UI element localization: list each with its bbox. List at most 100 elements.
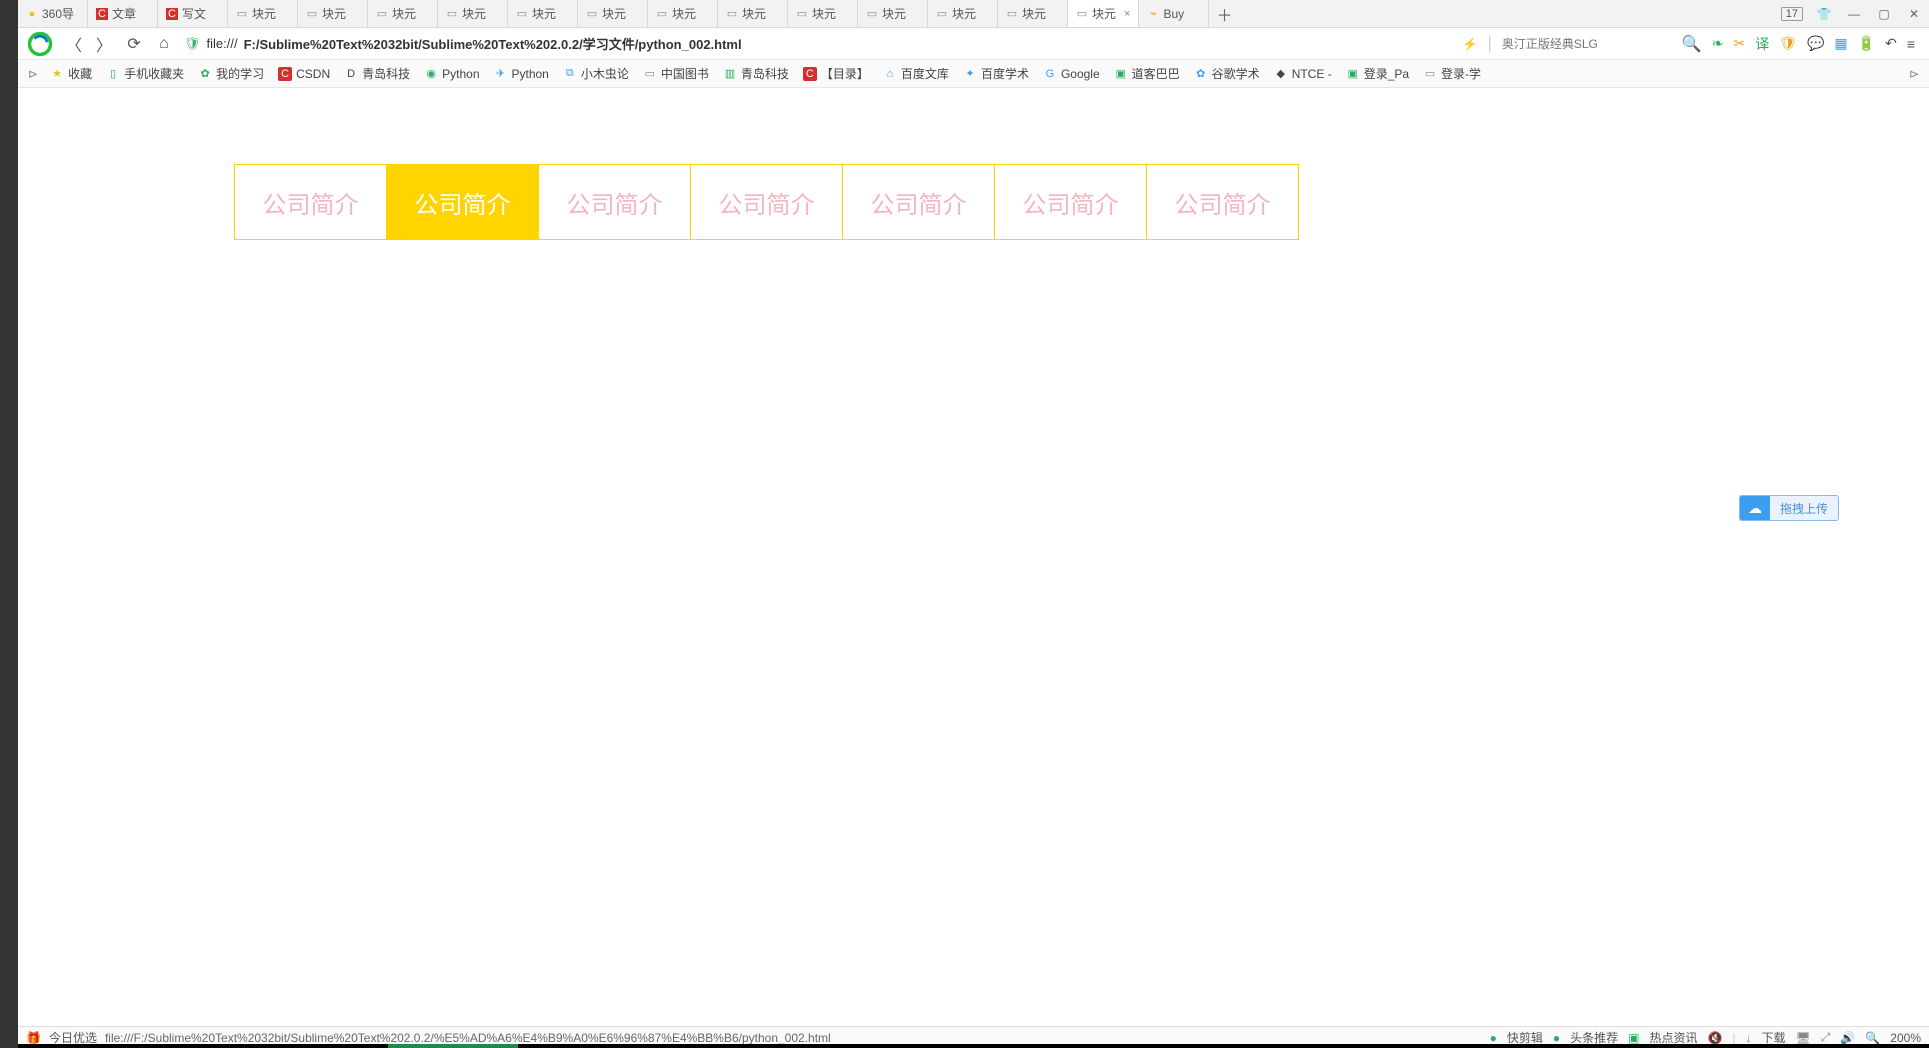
url-display[interactable]: 🛡 file:///F:/Sublime%20Text%2032bit/Subl…: [184, 34, 742, 53]
bookmark-item[interactable]: D青岛科技: [344, 65, 410, 82]
flash-icon[interactable]: ⚡: [1463, 37, 1478, 51]
skin-button[interactable]: 👕: [1809, 0, 1839, 28]
nav-menu: 公司简介公司简介公司简介公司简介公司简介公司简介公司简介: [234, 164, 1299, 240]
bookmarks-scroll-right[interactable]: ⊳: [1907, 67, 1921, 81]
forward-button[interactable]: 〉: [94, 34, 114, 54]
browser-tab[interactable]: ▭块元: [858, 0, 928, 27]
browser-tab[interactable]: ▭块元: [998, 0, 1068, 27]
tab-close-icon[interactable]: ×: [1124, 8, 1130, 20]
message-icon[interactable]: 💬: [1807, 35, 1824, 52]
bookmark-label: 青岛科技: [741, 65, 789, 82]
browser-tab[interactable]: C写文: [158, 0, 228, 27]
reload-button[interactable]: ⟳: [124, 34, 144, 54]
minimize-button[interactable]: ―: [1839, 0, 1869, 28]
browser-tab[interactable]: ▭块元: [928, 0, 998, 27]
pc-icon[interactable]: 🖥: [1796, 1031, 1811, 1045]
bookmark-item[interactable]: GGoogle: [1043, 67, 1100, 81]
browser-logo-icon[interactable]: [26, 30, 54, 58]
browser-tab[interactable]: ▭块元: [788, 0, 858, 27]
gift-icon[interactable]: 🎁: [26, 1031, 41, 1045]
bookmark-item[interactable]: ✿我的学习: [198, 65, 264, 82]
search-input[interactable]: [1502, 33, 1672, 55]
tab-favicon-icon: ▭: [656, 8, 668, 20]
bookmark-item[interactable]: ◆NTCE -: [1274, 67, 1332, 81]
tab-favicon-icon: C: [166, 8, 178, 20]
toutiao-icon[interactable]: ●: [1553, 1031, 1560, 1045]
bookmark-favicon-icon: C: [803, 67, 817, 81]
zoom-level[interactable]: 200%: [1890, 1031, 1921, 1045]
restore-button[interactable]: ▢: [1869, 0, 1899, 28]
home-button[interactable]: ⌂: [154, 34, 174, 54]
new-tab-button[interactable]: ＋: [1209, 0, 1239, 27]
toolbar-icons: ❧ ✂ 译 🛡 💬 ▦ 🔋 ↶ ≡: [1712, 34, 1921, 54]
browser-tab[interactable]: ▭块元: [718, 0, 788, 27]
browser-tab[interactable]: ▭块元: [228, 0, 298, 27]
nav-item-label: 公司简介: [415, 185, 511, 220]
bookmark-favicon-icon: ✦: [963, 67, 977, 81]
tab-favicon-icon: C: [96, 8, 108, 20]
browser-tab[interactable]: ▭块元: [368, 0, 438, 27]
drag-upload-widget[interactable]: ☁ 拖拽上传: [1739, 495, 1839, 521]
scissors-icon[interactable]: ✂: [1733, 35, 1745, 52]
nav-item[interactable]: 公司简介: [690, 164, 843, 240]
browser-tab[interactable]: ⌁Buy: [1139, 0, 1209, 27]
bookmark-label: NTCE -: [1292, 67, 1332, 81]
nav-item[interactable]: 公司简介: [994, 164, 1147, 240]
browser-tab[interactable]: ▭块元×: [1068, 0, 1139, 27]
status-sep: |: [1732, 1031, 1735, 1045]
bookmark-item[interactable]: ▥青岛科技: [723, 65, 789, 82]
nav-item[interactable]: 公司简介: [234, 164, 387, 240]
zoom-icon[interactable]: 🔍: [1865, 1031, 1880, 1045]
browser-tab[interactable]: C文章: [88, 0, 158, 27]
menu-icon[interactable]: ≡: [1907, 36, 1915, 52]
kuaijianji-icon[interactable]: ●: [1490, 1031, 1497, 1045]
mute-icon[interactable]: 🔇: [1707, 1031, 1722, 1045]
browser-tab[interactable]: ▭块元: [438, 0, 508, 27]
leaf-icon[interactable]: ❧: [1712, 35, 1724, 52]
expand-icon[interactable]: ⤢: [1821, 1030, 1831, 1045]
tab-count-badge[interactable]: 17: [1781, 7, 1803, 21]
nav-item[interactable]: 公司简介: [386, 164, 539, 240]
battery-icon[interactable]: 🔋: [1858, 35, 1875, 52]
browser-tab[interactable]: ▭块元: [298, 0, 368, 27]
bookmark-item[interactable]: ⌂百度文库: [883, 65, 949, 82]
undo-icon[interactable]: ↶: [1885, 35, 1897, 52]
rewen-icon[interactable]: ▣: [1628, 1031, 1639, 1045]
browser-tab[interactable]: ●360导: [18, 0, 88, 27]
bookmark-item[interactable]: ✈Python: [494, 67, 549, 81]
browser-tab[interactable]: ▭块元: [578, 0, 648, 27]
nav-item[interactable]: 公司简介: [1146, 164, 1299, 240]
browser-tab[interactable]: ▭块元: [648, 0, 718, 27]
bookmark-item[interactable]: ◉Python: [424, 67, 479, 81]
search-icon[interactable]: 🔍: [1682, 34, 1702, 54]
speaker-icon[interactable]: 🔊: [1840, 1031, 1855, 1045]
apps-icon[interactable]: ▦: [1834, 35, 1847, 52]
bookmark-item[interactable]: ✦百度学术: [963, 65, 1029, 82]
bookmark-item[interactable]: ▭登录-学: [1423, 65, 1481, 82]
nav-item[interactable]: 公司简介: [538, 164, 691, 240]
tab-favicon-icon: ▭: [936, 8, 948, 20]
tab-favicon-icon: ▭: [306, 8, 318, 20]
bookmark-item[interactable]: ✿谷歌学术: [1194, 65, 1260, 82]
bookmark-item[interactable]: ⧉小木虫论: [563, 65, 629, 82]
download-icon[interactable]: ↓: [1746, 1031, 1752, 1045]
bookmarks-scroll-left[interactable]: ⊳: [26, 67, 40, 81]
bookmark-label: 收藏: [68, 65, 92, 82]
browser-tab[interactable]: ▭块元: [508, 0, 578, 27]
bookmark-favicon-icon: ⌂: [883, 67, 897, 81]
tab-label: 块元: [882, 5, 906, 22]
bookmark-item[interactable]: ▭中国图书: [643, 65, 709, 82]
bookmark-item[interactable]: ▣登录_Pa: [1346, 65, 1409, 82]
tab-label: 块元: [1022, 5, 1046, 22]
nav-item[interactable]: 公司简介: [842, 164, 995, 240]
tab-favicon-icon: ▭: [726, 8, 738, 20]
bookmark-item[interactable]: CCSDN: [278, 67, 330, 81]
bookmark-item[interactable]: ▣道客巴巴: [1114, 65, 1180, 82]
guard-icon[interactable]: 🛡: [1779, 35, 1797, 52]
close-window-button[interactable]: ✕: [1899, 0, 1929, 28]
bookmark-item[interactable]: C【目录】: [803, 65, 869, 82]
bookmark-item[interactable]: ▯手机收藏夹: [106, 65, 184, 82]
back-button[interactable]: 〈: [64, 34, 84, 54]
bookmark-item[interactable]: ★收藏: [50, 65, 92, 82]
translate-icon[interactable]: 译: [1755, 34, 1769, 54]
